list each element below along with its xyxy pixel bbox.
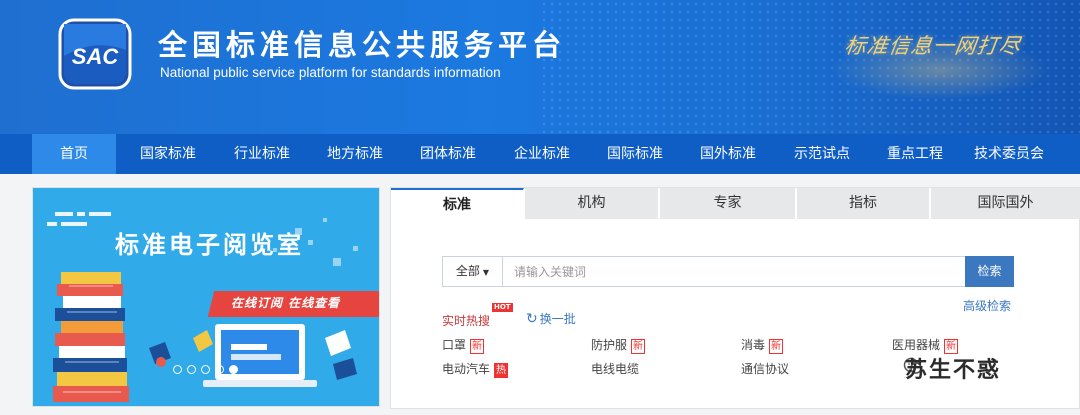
main-nav: 首页 国家标准 行业标准 地方标准 团体标准 企业标准 国际标准 国外标准 示范… (0, 134, 1080, 174)
hot-keyword[interactable]: 消毒新 (741, 336, 784, 354)
nav-foreign-standards[interactable]: 国外标准 (686, 134, 770, 174)
search-button[interactable]: 检索 (965, 256, 1014, 287)
banner-title: 标准电子阅览室 (115, 231, 304, 259)
hot-keyword[interactable]: 电线电缆 (591, 360, 639, 377)
banner-ribbon-text: 在线订阅 在线查看 (231, 296, 341, 310)
keyword-text: 消毒 (741, 338, 766, 352)
logo-text: SAC (72, 44, 120, 69)
hot-badge: HOT (492, 303, 513, 312)
nav-industry-standards[interactable]: 行业标准 (220, 134, 304, 174)
nav-international-standards[interactable]: 国际标准 (593, 134, 677, 174)
nav-national-standards[interactable]: 国家标准 (126, 134, 210, 174)
carousel-dots (173, 365, 238, 374)
carousel-dot[interactable] (187, 365, 196, 374)
new-tag: 新 (470, 339, 485, 354)
tab-indicators[interactable]: 指标 (797, 188, 930, 219)
search-input[interactable] (503, 257, 965, 286)
promo-banner[interactable]: 标准电子阅览室 在线订阅 在线查看 (32, 187, 380, 407)
nav-home[interactable]: 首页 (32, 134, 116, 174)
keyword-text: 口罩 (442, 338, 467, 352)
carousel-dot[interactable] (173, 365, 182, 374)
carousel-dot[interactable] (201, 365, 210, 374)
new-tag: 新 (769, 339, 784, 354)
hot-keyword[interactable]: 通信协议 (741, 360, 789, 377)
site-header: SAC 全国标准信息公共服务平台 National public service… (0, 0, 1080, 134)
hot-keyword[interactable]: 电动汽车热 (442, 360, 509, 378)
slogan: 标准信息一网打尽 (843, 34, 1023, 58)
nav-enterprise-standards[interactable]: 企业标准 (500, 134, 584, 174)
nav-tech-committee[interactable]: 技术委员会 (963, 134, 1055, 174)
carousel-dot[interactable] (215, 365, 224, 374)
keyword-text: 电线电缆 (591, 362, 640, 376)
nav-group-standards[interactable]: 团体标准 (406, 134, 490, 174)
tab-international[interactable]: 国际国外 (931, 188, 1080, 219)
search-box: 全部 ▼ (442, 256, 966, 287)
new-tag: 新 (631, 339, 646, 354)
nav-key-projects[interactable]: 重点工程 (873, 134, 957, 174)
hot-keyword[interactable]: 口罩新 (442, 336, 485, 354)
tab-experts[interactable]: 专家 (660, 188, 796, 219)
refresh-button[interactable]: ↻ 换一批 (526, 310, 576, 327)
hot-keyword[interactable]: 防护服新 (591, 336, 646, 354)
site-title: 全国标准信息公共服务平台 (158, 28, 567, 62)
hot-search-label: 实时热搜 (442, 314, 491, 328)
site-subtitle: National public service platform for sta… (160, 65, 501, 80)
refresh-label: 换一批 (539, 312, 576, 326)
nav-local-standards[interactable]: 地方标准 (313, 134, 397, 174)
keyword-text: 电动汽车 (442, 362, 491, 376)
caret-down-icon: ▼ (482, 268, 490, 277)
tab-standards[interactable]: 标准 (391, 188, 524, 219)
advanced-search-link[interactable]: 高级检索 (963, 297, 1011, 314)
keyword-text: 通信协议 (741, 362, 790, 376)
keyword-text: 防护服 (591, 338, 628, 352)
hot-tag: 热 (494, 363, 509, 378)
scope-label: 全部 (455, 264, 480, 278)
keyword-text: 医用器械 (892, 338, 941, 352)
tab-organizations[interactable]: 机构 (525, 188, 659, 219)
sac-logo[interactable]: SAC (58, 18, 132, 90)
watermark: 苏生不惑 (905, 358, 1002, 383)
nav-pilot-demo[interactable]: 示范试点 (780, 134, 864, 174)
carousel-dot-active[interactable] (229, 365, 238, 374)
scope-dropdown[interactable]: 全部 ▼ (443, 257, 503, 286)
refresh-icon: ↻ (526, 311, 538, 327)
